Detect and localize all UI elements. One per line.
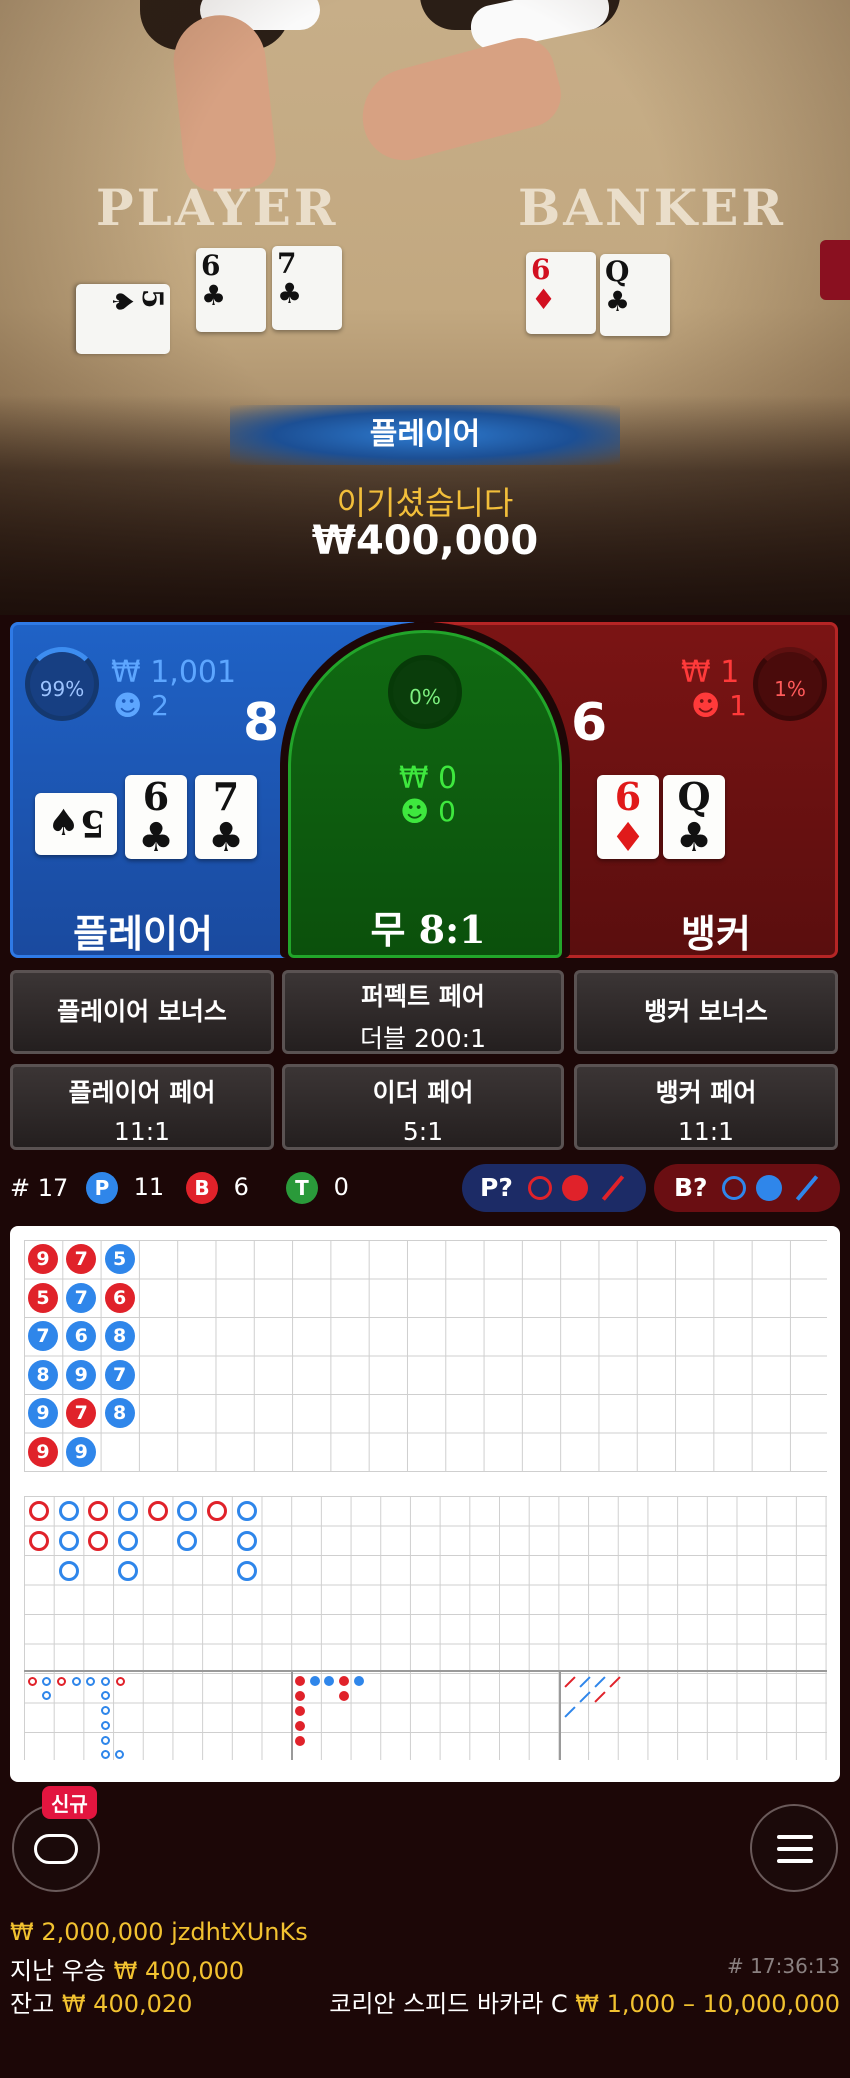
table-player-word: PLAYER	[96, 178, 339, 237]
tie-bettors: ☻ 0	[400, 795, 456, 828]
player-predict-button[interactable]: P?	[462, 1164, 646, 1212]
winner-banner: 플레이어	[230, 405, 620, 465]
last-win: 지난 우승 ₩ 400,000	[10, 1957, 245, 1985]
player-bettors: ☻ 2	[113, 689, 169, 722]
predict-blue-slash-icon	[795, 1175, 819, 1201]
bead-road-result: 9	[28, 1436, 58, 1467]
bead-road-result: 6	[66, 1321, 97, 1351]
player-percent: 99%	[25, 647, 99, 721]
bead-road-result: 8	[104, 1398, 135, 1428]
bead-road-result: 9	[28, 1398, 58, 1428]
player-score: 8	[243, 693, 280, 753]
bead-road-result: 7	[66, 1398, 97, 1428]
banker-bonus-button[interactable]: 뱅커 보너스	[574, 970, 838, 1054]
tie-bet-inner: 0% ₩ 0 ☻ 0 무 8:1	[288, 630, 562, 958]
either-pair-button[interactable]: 이더 페어 5:1	[282, 1064, 564, 1150]
bead-road-result: 6	[104, 1282, 135, 1313]
bead-road-result: 5	[28, 1282, 58, 1313]
bead-road-result: 8	[104, 1321, 135, 1351]
banker-bet-amount: ₩ 1	[681, 655, 740, 690]
perfect-pair-button[interactable]: 퍼펙트 페어 더블 200:1	[282, 970, 564, 1054]
player-wins-stat: P 11	[86, 1172, 164, 1204]
bead-road-result: 8	[28, 1359, 58, 1390]
banker-label: 뱅커	[681, 912, 751, 956]
bead-road-result: 9	[66, 1359, 97, 1390]
table-banker-word: BANKER	[518, 178, 786, 237]
predict-red-dot-icon	[562, 1175, 588, 1201]
bead-road-result: 9	[28, 1244, 58, 1274]
banker-pair-button[interactable]: 뱅커 페어 11:1	[574, 1064, 838, 1150]
round-id: # 17:36:13	[727, 1954, 840, 1978]
table-banker-card-1: 6 ♦	[526, 252, 596, 334]
player-card-1: ♠5	[35, 793, 117, 855]
bead-road-result: 7	[66, 1282, 97, 1313]
player-bonus-button[interactable]: 플레이어 보너스	[10, 970, 274, 1054]
banker-predict-button[interactable]: B?	[654, 1164, 840, 1212]
bead-road-marks: 95789977697956878	[24, 1240, 827, 1472]
predict-red-slash-icon	[601, 1175, 625, 1201]
win-amount: ₩400,000	[311, 518, 539, 564]
bead-road-result: 7	[28, 1321, 58, 1351]
tie-label: 무 8:1	[370, 907, 486, 952]
banker-card-1: 6 ♦	[597, 775, 659, 859]
bead-road-result: 7	[104, 1359, 135, 1390]
user-icon: ☻	[400, 795, 430, 828]
round-count: # 17	[10, 1174, 69, 1202]
tie-bet-spot[interactable]: 0% ₩ 0 ☻ 0 무 8:1	[280, 622, 570, 958]
bead-road-result: 7	[66, 1244, 97, 1274]
roadmap-panel[interactable]: 95789977697956878	[10, 1226, 840, 1782]
banker-score: 6	[571, 693, 608, 753]
account-info: ₩ 2,000,000 jzdhtXUnKs	[10, 1918, 308, 1946]
table-player-card-2: 6 ♣	[196, 248, 266, 332]
user-icon: ☻	[691, 689, 721, 722]
tie-percent: 0%	[388, 655, 462, 729]
table-info: 코리안 스피드 바카라 C ₩ 1,000 – 10,000,000	[329, 1990, 840, 2018]
player-bet-amount: ₩ 1,001	[111, 655, 237, 690]
menu-button[interactable]	[750, 1804, 838, 1892]
table-banker-card-2: Q ♣	[600, 254, 670, 336]
bead-road-result: 9	[66, 1436, 97, 1467]
tie-stat: T 0	[286, 1172, 349, 1204]
new-badge: 신규	[42, 1786, 97, 1819]
big-road-marks	[24, 1496, 827, 1760]
bead-road-result: 5	[104, 1244, 135, 1274]
banker-bettors: ☻ 1	[691, 689, 747, 722]
user-icon: ☻	[113, 689, 143, 722]
banker-card-2: Q ♣	[663, 775, 725, 859]
predict-blue-dot-icon	[756, 1175, 782, 1201]
table-player-card-3: 7 ♣	[272, 246, 342, 330]
player-label: 플레이어	[73, 912, 213, 956]
banker-wins-stat: B 6	[186, 1172, 249, 1204]
predict-blue-ring-icon	[722, 1176, 746, 1200]
banker-percent: 1%	[753, 647, 827, 721]
hamburger-icon	[777, 1835, 813, 1839]
card-shoe	[820, 240, 850, 300]
chat-bubble-icon	[34, 1834, 78, 1864]
tie-bet-amount: ₩ 0	[398, 761, 458, 796]
player-card-3: 7 ♣	[195, 775, 257, 859]
predict-red-ring-icon	[528, 1176, 552, 1200]
balance: 잔고 ₩ 400,020	[10, 1990, 193, 2018]
table-player-card-1: 5 ♠	[76, 284, 170, 354]
player-pair-button[interactable]: 플레이어 페어 11:1	[10, 1064, 274, 1150]
player-card-2: 6 ♣	[125, 775, 187, 859]
